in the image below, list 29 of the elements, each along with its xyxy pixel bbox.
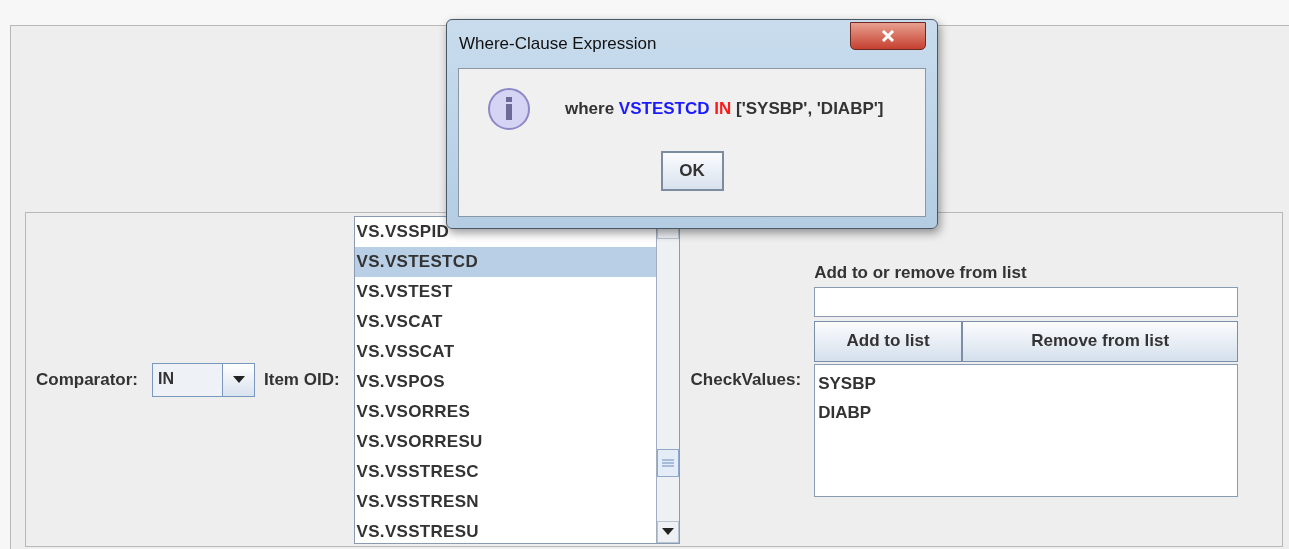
comparator-dropdown[interactable]: IN [152,362,255,397]
value-input-field[interactable] [814,286,1239,317]
list-item[interactable]: VS.VSTESTCD [354,246,656,277]
list-item[interactable]: VS.VSSTRESC [354,456,656,487]
list-item[interactable]: VS.VSPOS [354,366,656,397]
list-item[interactable]: SYSBP [815,368,1238,398]
caret-icon [661,528,674,535]
list-item[interactable]: VS.VSSTRESN [354,486,656,517]
list-item[interactable]: VS.VSCAT [354,306,656,337]
list-item[interactable]: DIABP [815,397,1238,427]
item-oid-label: Item OID: [264,369,340,390]
check-values-label: CheckValues: [690,369,802,390]
message-text: where VSTESTCD IN ['SYSBP', 'DIABP'] [565,99,884,119]
close-button[interactable] [850,22,926,50]
caret-icon [232,376,245,383]
ok-button[interactable]: OK [660,151,724,191]
list-item[interactable]: VS.VSSCAT [354,336,656,367]
grip-icon [660,458,675,467]
window-title: Where-Clause Expression [458,34,657,54]
comparator-label: Comparator: [36,369,138,390]
info-icon [487,87,531,131]
close-icon [881,30,895,42]
list-item[interactable]: VS.VSORRES [354,396,656,427]
remove-from-list-button[interactable]: Remove from list [962,320,1239,362]
add-to-list-button[interactable]: Add to list [814,320,963,362]
list-item[interactable]: VS.VSORRESU [354,426,656,457]
list-item[interactable]: VS.VSSTRESU [354,516,656,543]
hint-label: Add to or remove from list [814,262,1028,283]
list-item[interactable]: VS.VSTEST [354,276,656,307]
